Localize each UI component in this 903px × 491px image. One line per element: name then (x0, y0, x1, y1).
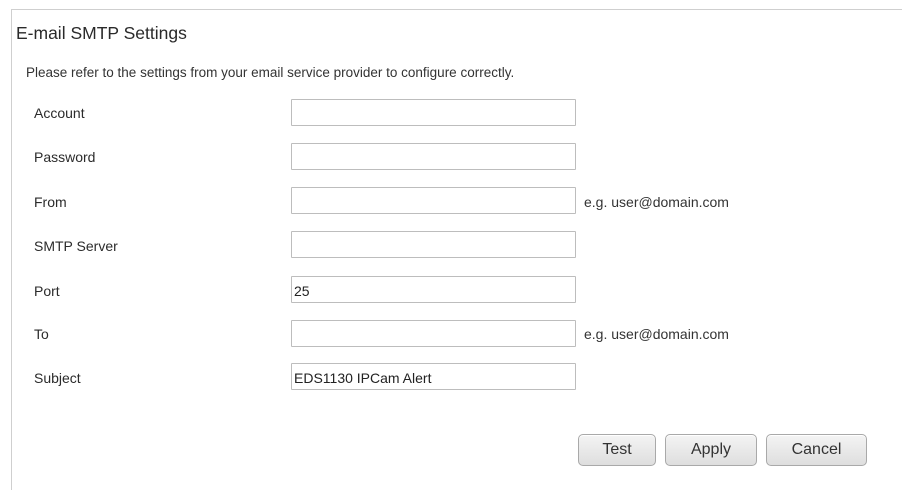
port-input[interactable] (291, 276, 576, 303)
to-hint: e.g. user@domain.com (584, 326, 729, 342)
subject-input[interactable] (291, 363, 576, 390)
from-input[interactable] (291, 187, 576, 214)
subject-label: Subject (34, 370, 81, 386)
account-label: Account (34, 105, 85, 121)
smtp-server-label: SMTP Server (34, 238, 118, 254)
apply-button[interactable]: Apply (665, 434, 757, 466)
port-label: Port (34, 283, 60, 299)
account-input[interactable] (291, 99, 576, 126)
smtp-server-input[interactable] (291, 231, 576, 258)
cancel-button[interactable]: Cancel (766, 434, 867, 466)
from-label: From (34, 194, 67, 210)
from-hint: e.g. user@domain.com (584, 194, 729, 210)
password-input[interactable] (291, 143, 576, 170)
to-label: To (34, 326, 49, 342)
to-input[interactable] (291, 320, 576, 347)
settings-description: Please refer to the settings from your e… (26, 65, 515, 80)
test-button[interactable]: Test (578, 434, 656, 466)
page-title: E-mail SMTP Settings (16, 23, 187, 43)
password-label: Password (34, 149, 96, 165)
